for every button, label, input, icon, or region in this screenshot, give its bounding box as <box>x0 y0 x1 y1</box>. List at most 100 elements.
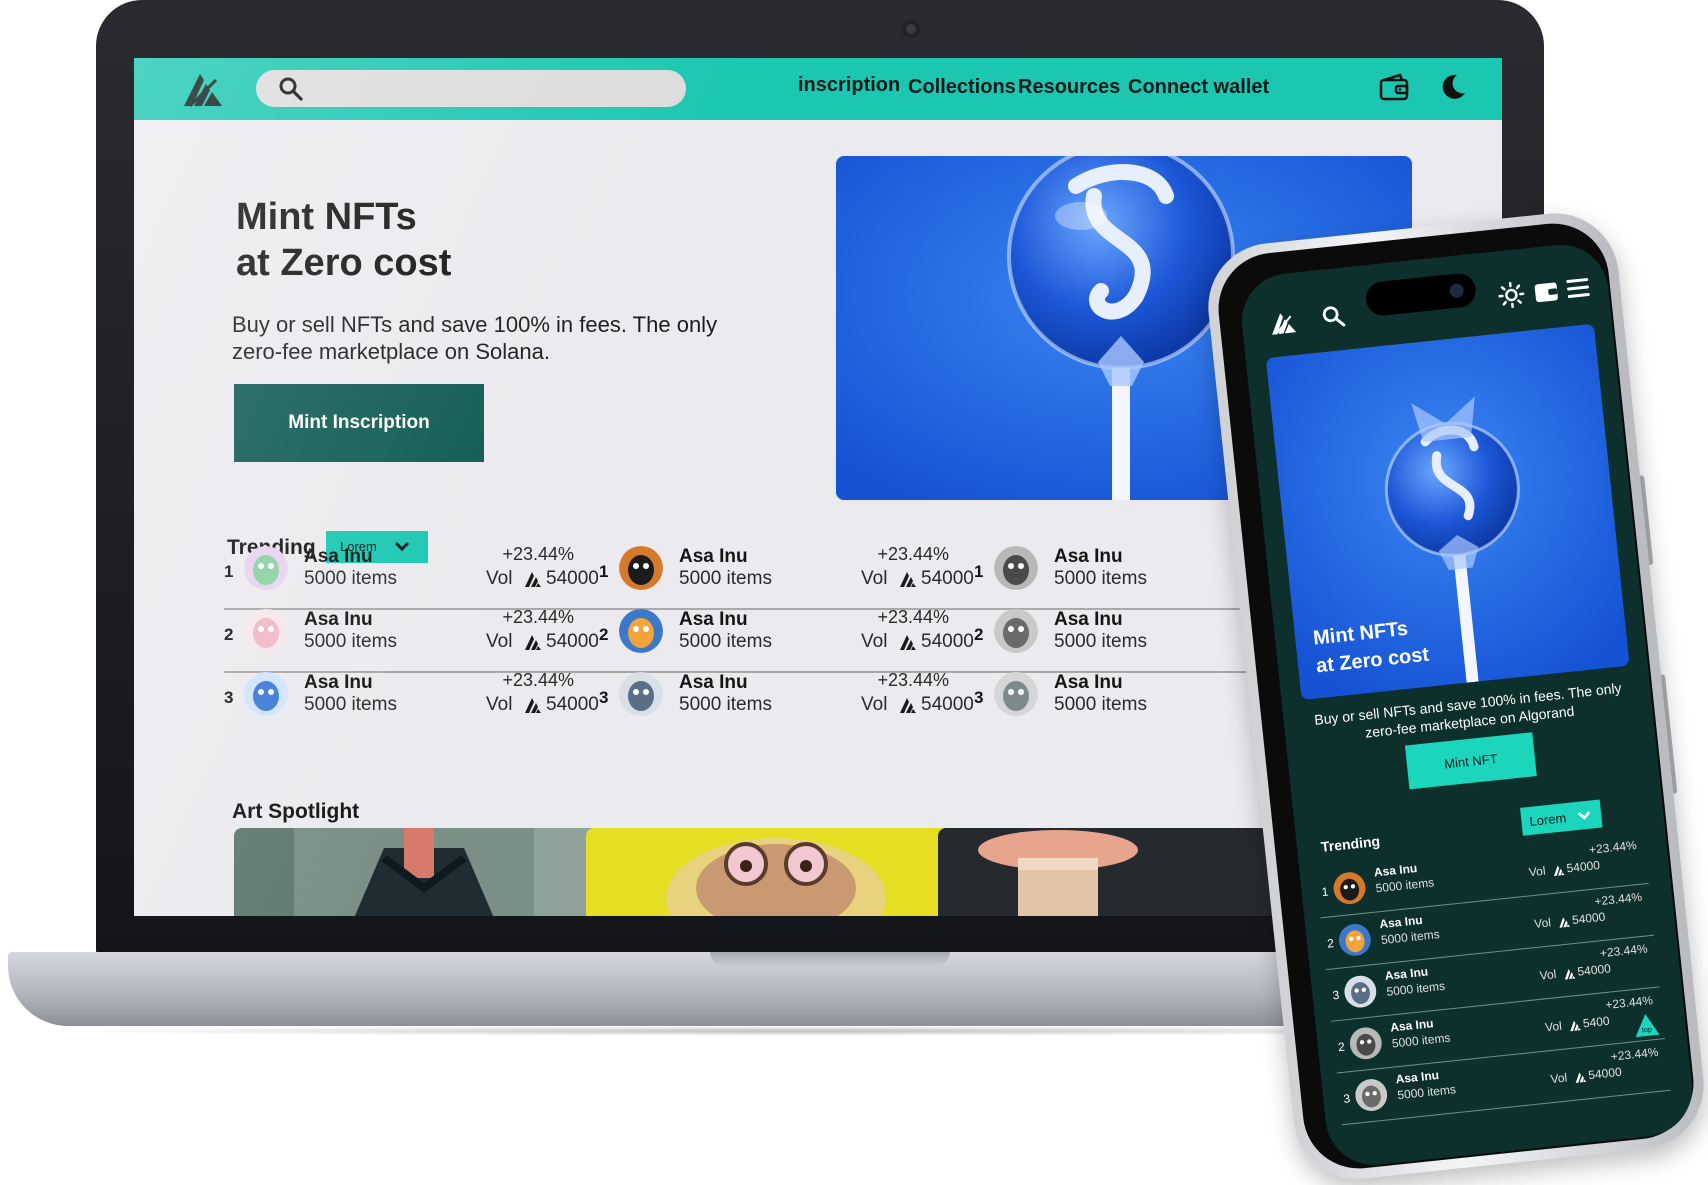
volume-value: 5400 <box>1582 1014 1610 1031</box>
search-icon[interactable] <box>1320 304 1346 330</box>
volume-label: Vol <box>486 694 512 716</box>
avatar <box>1337 922 1372 957</box>
search-icon <box>278 76 304 102</box>
collection-items: 5000 items <box>1054 631 1147 653</box>
collection-items: 5000 items <box>304 694 397 716</box>
collection-items: 5000 items <box>679 568 772 590</box>
change-percent: +23.44% <box>1599 941 1648 960</box>
search-input[interactable] <box>256 70 686 107</box>
wallet-icon[interactable] <box>1533 279 1559 303</box>
trending-rank: 2 <box>224 625 233 645</box>
volume-label: Vol <box>861 631 887 653</box>
change-percent: +23.44% <box>1588 838 1637 857</box>
trending-rank: 3 <box>224 688 233 708</box>
art-spotlight-title: Art Spotlight <box>232 800 359 824</box>
trending-rank: 1 <box>974 562 983 582</box>
avatar-frame <box>1337 922 1372 957</box>
algo-icon-wrap <box>524 696 542 714</box>
sun-icon[interactable] <box>1497 281 1526 310</box>
collection-name: Asa Inu <box>304 609 373 631</box>
algo-icon <box>899 570 917 588</box>
avatar-frame <box>1332 871 1367 906</box>
art-card[interactable] <box>586 828 964 916</box>
algo-icon-wrap <box>899 570 917 588</box>
algo-icon <box>524 633 542 651</box>
avatar <box>1348 1026 1383 1061</box>
trending-rank: 3 <box>974 688 983 708</box>
trending-rank: 1 <box>224 562 233 582</box>
trending-row[interactable]: 2Asa Inu5000 items+23.44%Vol54000 <box>599 603 979 673</box>
algo-icon <box>1563 967 1576 980</box>
avatar <box>244 609 288 653</box>
menu-icon[interactable] <box>1565 276 1591 300</box>
collection-items: 5000 items <box>679 694 772 716</box>
volume-value: 54000 <box>1566 858 1601 875</box>
collection-items: 5000 items <box>304 568 397 590</box>
volume-value: 54000 <box>1588 1065 1623 1082</box>
avatar <box>1332 871 1367 906</box>
avatar-frame <box>619 546 663 590</box>
logo-icon[interactable] <box>1267 307 1300 338</box>
change-percent: +23.44% <box>877 544 949 565</box>
algo-icon-wrap <box>1552 863 1565 876</box>
avatar <box>244 672 288 716</box>
change-percent: +23.44% <box>502 670 574 691</box>
algo-icon-wrap <box>1574 1069 1587 1082</box>
volume-value: 54000 <box>921 694 974 716</box>
trending-row[interactable]: 3Asa Inu5000 items+23.44%Vol54000 <box>599 666 979 734</box>
trending-rank: 3 <box>1332 988 1340 1003</box>
trending-rank: 3 <box>1343 1091 1351 1106</box>
algo-icon-wrap <box>1558 914 1571 927</box>
hero-title: Mint NFTs at Zero cost <box>236 194 451 286</box>
collection-name: Asa Inu <box>304 546 373 568</box>
phone-mockup: Mint NFTs at Zero cost Buy or sell NFTs … <box>1202 207 1708 1185</box>
collection-name: Asa Inu <box>679 546 748 568</box>
avatar <box>1354 1077 1389 1112</box>
algo-icon <box>524 696 542 714</box>
algo-icon <box>899 696 917 714</box>
art-card[interactable] <box>938 828 1316 916</box>
volume-label: Vol <box>1550 1071 1568 1087</box>
trending-row[interactable]: 3Asa Inu5000 items+23.44%Vol54000 <box>224 666 604 734</box>
trending-row[interactable]: 1Asa Inu5000 items+23.44%Vol54000 <box>599 540 979 610</box>
mobile-trending-filter-select[interactable]: Lorem <box>1520 800 1602 836</box>
algo-icon <box>1552 864 1565 877</box>
collection-items: 5000 items <box>304 631 397 653</box>
mint-inscription-button[interactable]: Mint Inscription <box>234 384 484 462</box>
nav-link-inscription[interactable]: inscription <box>798 74 900 97</box>
trending-rank: 1 <box>599 562 608 582</box>
algo-icon <box>524 570 542 588</box>
trending-row[interactable]: 1Asa Inu5000 items+23.44%Vol54000 <box>224 540 604 610</box>
algo-icon-wrap <box>524 570 542 588</box>
mobile-hero-title: Mint NFTs at Zero cost <box>1312 613 1431 681</box>
collection-name: Asa Inu <box>304 672 373 694</box>
change-percent: +23.44% <box>502 544 574 565</box>
algo-icon-wrap <box>899 696 917 714</box>
avatar-frame <box>1354 1077 1389 1112</box>
change-percent: +23.44% <box>877 607 949 628</box>
trending-row[interactable]: 2Asa Inu5000 items+23.44%Vol54000 <box>224 603 604 673</box>
wallet-icon[interactable] <box>1378 73 1410 103</box>
mint-nft-button[interactable]: Mint NFT <box>1405 732 1537 789</box>
art-card[interactable] <box>234 828 612 916</box>
avatar-frame <box>994 609 1038 653</box>
avatar-frame <box>244 546 288 590</box>
logo-icon[interactable] <box>180 66 226 110</box>
collection-items: 5000 items <box>679 631 772 653</box>
avatar-frame <box>244 672 288 716</box>
nav-link-connect-wallet[interactable]: Connect wallet <box>1128 76 1269 99</box>
trending-rank: 3 <box>599 688 608 708</box>
nav-link-resources[interactable]: Resources <box>1018 76 1120 99</box>
avatar-frame <box>994 672 1038 716</box>
volume-label: Vol <box>486 631 512 653</box>
nav-link-collections[interactable]: Collections <box>908 76 1016 99</box>
avatar <box>619 672 663 716</box>
mobile-trending-filter-label: Lorem <box>1529 810 1567 829</box>
avatar <box>244 546 288 590</box>
scroll-top-button[interactable]: top <box>1632 1011 1661 1040</box>
moon-icon[interactable] <box>1438 72 1468 102</box>
volume-label: Vol <box>1544 1019 1562 1035</box>
avatar-frame <box>1343 974 1378 1009</box>
dynamic-island <box>1364 272 1477 317</box>
trending-rank: 2 <box>974 625 983 645</box>
